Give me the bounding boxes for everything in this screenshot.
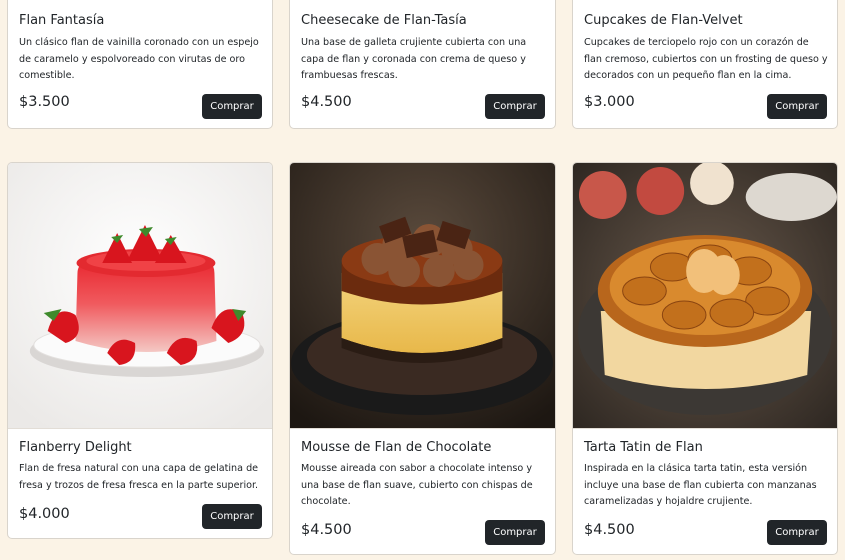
product-title: Flan Fantasía [19,13,105,28]
buy-button[interactable]: Comprar [767,520,827,545]
product-description: Flan de fresa natural con una capa de ge… [19,463,259,491]
product-card-cheesecake-flan-tasia: Cheesecake de Flan-Tasía Una base de gal… [289,0,556,129]
buy-button[interactable]: Comprar [202,94,262,119]
product-description: Inspirada en la clásica tarta tatin, est… [584,463,817,507]
product-description: Un clásico flan de vainilla coronado con… [19,37,259,81]
buy-button[interactable]: Comprar [202,504,262,529]
product-card-mousse-flan-chocolate: Mousse de Flan de Chocolate Mousse airea… [289,162,556,555]
product-title: Flanberry Delight [19,440,132,455]
product-card-flan-fantasia: Flan Fantasía Un clásico flan de vainill… [7,0,273,129]
product-description: Mousse aireada con sabor a chocolate int… [301,463,533,507]
buy-button[interactable]: Comprar [485,94,545,119]
buy-button[interactable]: Comprar [767,94,827,119]
product-title: Cupcakes de Flan-Velvet [584,13,743,28]
product-price: $4.500 [301,522,352,538]
page: { "currency": "$", "products": [ { "titl… [0,0,845,560]
product-price: $3.000 [584,94,635,110]
product-title: Mousse de Flan de Chocolate [301,440,492,455]
product-card-flanberry-delight: Flanberry Delight Flan de fresa natural … [7,162,273,539]
product-price: $4.500 [301,94,352,110]
strawberry-flan-image [8,163,272,429]
product-title: Tarta Tatin de Flan [584,440,703,455]
product-title: Cheesecake de Flan-Tasía [301,13,467,28]
product-price: $3.500 [19,94,70,110]
product-card-tarta-tatin-flan: Tarta Tatin de Flan Inspirada en la clás… [572,162,838,555]
product-price: $4.500 [584,522,635,538]
product-description: Una base de galleta crujiente cubierta c… [301,37,527,81]
apple-tart-image [573,163,837,429]
buy-button[interactable]: Comprar [485,520,545,545]
product-price: $4.000 [19,506,70,522]
chocolate-flan-image [290,163,555,429]
product-card-cupcakes-flan-velvet: Cupcakes de Flan-Velvet Cupcakes de terc… [572,0,838,129]
product-description: Cupcakes de terciopelo rojo con un coraz… [584,37,828,81]
